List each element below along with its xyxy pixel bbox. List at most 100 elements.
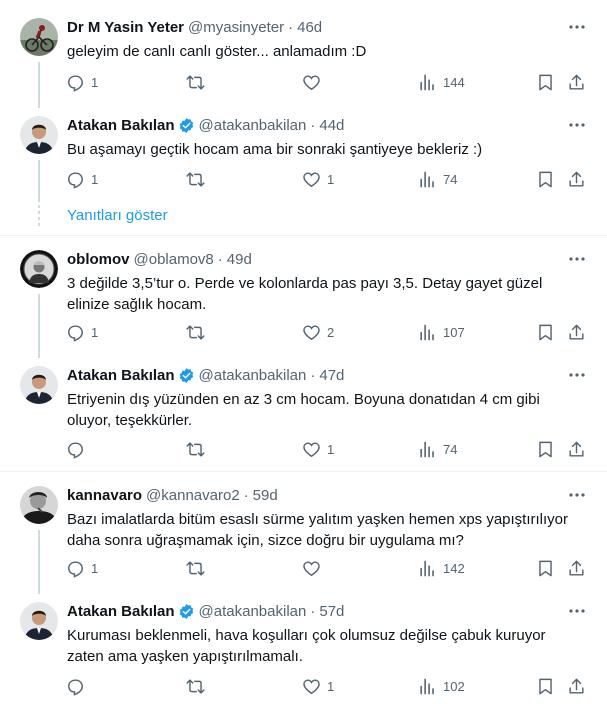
views-button[interactable]: 102 — [418, 674, 465, 698]
tweet-text-line: Bazı imalatlarda bitüm esaslı sürme yalı… — [67, 511, 569, 528]
author-name[interactable]: kannavaro — [67, 487, 142, 504]
timestamp[interactable]: 49d — [227, 251, 252, 268]
bw-portrait-avatar-icon — [20, 486, 58, 524]
more-options-icon[interactable] — [567, 116, 587, 134]
avatar[interactable] — [20, 486, 58, 524]
share-button[interactable] — [567, 674, 586, 698]
views-button[interactable]: 107 — [418, 320, 465, 344]
views-button[interactable]: 74 — [418, 437, 457, 461]
action-bar: 1 74 — [60, 437, 590, 461]
avatar[interactable] — [20, 116, 58, 154]
views-button[interactable]: 144 — [418, 70, 465, 94]
share-icon — [569, 74, 584, 90]
author-handle[interactable]: @oblamov8 — [134, 251, 214, 268]
views-icon — [420, 678, 434, 694]
portrait-avatar-icon — [20, 250, 58, 288]
separator: · — [217, 250, 223, 268]
tweet-text-line: daha sonra uğraşmamak için, sizce doğru … — [67, 532, 464, 549]
retweet-icon — [186, 324, 205, 340]
bookmark-button[interactable] — [536, 70, 555, 94]
author-name[interactable]: Atakan Bakılan — [67, 367, 175, 384]
show-replies-link[interactable]: Yanıtları göster — [67, 207, 168, 224]
author-name[interactable]: oblomov — [67, 251, 130, 268]
retweet-button[interactable] — [186, 70, 211, 94]
timestamp[interactable]: 44d — [319, 117, 344, 134]
author-handle[interactable]: @atakanbakilan — [199, 367, 307, 384]
bookmark-button[interactable] — [536, 320, 555, 344]
bookmark-button[interactable] — [536, 556, 555, 580]
author-name[interactable]: Atakan Bakılan — [67, 117, 175, 134]
retweet-button[interactable] — [186, 167, 211, 191]
verified-badge-icon — [179, 117, 193, 133]
tweet-text-line: zaten ama yaşken yapıştırılmamalı. — [67, 648, 303, 665]
separator: · — [288, 18, 294, 36]
person-avatar-icon — [20, 366, 58, 404]
author-handle[interactable]: @atakanbakilan — [199, 603, 307, 620]
person-avatar-icon — [20, 116, 58, 154]
views-icon — [420, 324, 434, 340]
bookmark-button[interactable] — [536, 437, 555, 461]
reply-count: 1 — [91, 324, 99, 340]
reply-button[interactable]: 1 — [66, 320, 98, 344]
thread-connector — [38, 530, 40, 594]
author-handle[interactable]: @myasinyeter — [188, 19, 284, 36]
separator: · — [243, 486, 249, 504]
views-icon — [420, 560, 434, 576]
share-icon — [569, 324, 584, 340]
heart-icon — [303, 441, 320, 457]
bookmark-button[interactable] — [536, 167, 555, 191]
separator: · — [310, 602, 316, 620]
reply-button[interactable] — [66, 437, 91, 461]
timestamp[interactable]: 57d — [319, 603, 344, 620]
view-count: 144 — [443, 74, 465, 90]
tweet-text-line: Bu aşamayı geçtik hocam ama bir sonraki … — [67, 141, 483, 158]
action-bar: 1 142 — [60, 556, 590, 580]
like-count: 1 — [327, 678, 335, 694]
more-options-icon[interactable] — [567, 250, 587, 268]
tweet-text: Kuruması beklenmeli, hava koşulları çok … — [67, 625, 577, 667]
more-options-icon[interactable] — [567, 486, 587, 504]
author-handle[interactable]: @kannavaro2 — [146, 487, 240, 504]
action-bar: 1 1 74 — [60, 167, 590, 191]
timestamp[interactable]: 47d — [319, 367, 344, 384]
views-button[interactable]: 142 — [418, 556, 465, 580]
share-button[interactable] — [567, 70, 586, 94]
author-name[interactable]: Atakan Bakılan — [67, 603, 175, 620]
reply-button[interactable] — [66, 674, 91, 698]
retweet-button[interactable] — [186, 674, 211, 698]
share-button[interactable] — [567, 556, 586, 580]
retweet-button[interactable] — [186, 437, 211, 461]
reply-button[interactable]: 1 — [66, 556, 98, 580]
retweet-icon — [186, 74, 205, 90]
more-options-icon[interactable] — [567, 18, 587, 36]
collapsed-thread-dots — [38, 205, 40, 229]
retweet-button[interactable] — [186, 556, 211, 580]
tweet-text-line: Kuruması beklenmeli, hava koşulları çok … — [67, 627, 546, 644]
tweet-text-line: oluyor, teşekkürler. — [67, 412, 193, 429]
retweet-button[interactable] — [186, 320, 211, 344]
like-button[interactable]: 1 — [302, 437, 334, 461]
avatar[interactable] — [20, 18, 58, 56]
more-options-icon[interactable] — [567, 366, 587, 384]
timestamp[interactable]: 59d — [253, 487, 278, 504]
reply-button[interactable]: 1 — [66, 167, 98, 191]
avatar[interactable] — [20, 602, 58, 640]
share-button[interactable] — [567, 167, 586, 191]
like-button[interactable]: 2 — [302, 320, 334, 344]
more-options-icon[interactable] — [567, 602, 587, 620]
author-name[interactable]: Dr M Yasin Yeter — [67, 19, 184, 36]
share-button[interactable] — [567, 437, 586, 461]
like-button[interactable] — [302, 556, 327, 580]
share-button[interactable] — [567, 320, 586, 344]
author-handle[interactable]: @atakanbakilan — [199, 117, 307, 134]
views-button[interactable]: 74 — [418, 167, 457, 191]
avatar[interactable] — [20, 250, 58, 288]
like-button[interactable] — [302, 70, 327, 94]
reply-button[interactable]: 1 — [66, 70, 98, 94]
bookmark-button[interactable] — [536, 674, 555, 698]
like-button[interactable]: 1 — [302, 674, 334, 698]
timestamp[interactable]: 46d — [297, 19, 322, 36]
avatar[interactable] — [20, 366, 58, 404]
bookmark-icon — [539, 441, 552, 457]
like-button[interactable]: 1 — [302, 167, 334, 191]
